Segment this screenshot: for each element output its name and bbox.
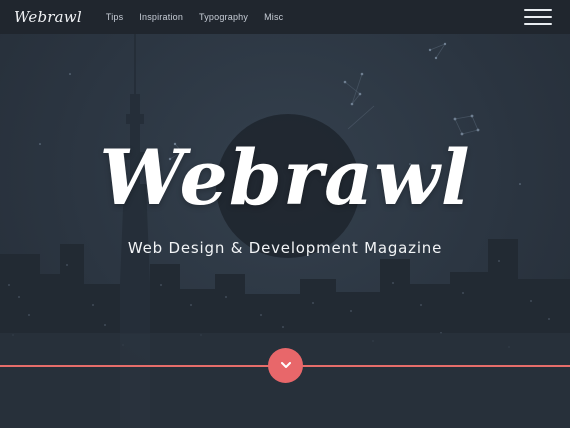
scroll-down-button[interactable] <box>268 348 303 383</box>
chevron-down-icon <box>280 362 291 368</box>
nav-link-inspiration[interactable]: Inspiration <box>139 12 183 22</box>
nav-link-typography[interactable]: Typography <box>199 12 248 22</box>
nav-logo[interactable]: Webrawl <box>14 8 82 26</box>
hero-subtitle: Web Design & Development Magazine <box>127 239 443 257</box>
nav-menu: Tips Inspiration Typography Misc <box>106 12 284 22</box>
menu-bar <box>524 9 552 11</box>
top-navbar: Webrawl Tips Inspiration Typography Misc <box>0 0 570 34</box>
hamburger-menu-icon[interactable] <box>524 9 552 25</box>
hero-title: Webrawl <box>99 133 471 222</box>
hero-section: Webrawl Web Design & Development Magazin… <box>0 34 570 428</box>
nav-link-tips[interactable]: Tips <box>106 12 123 22</box>
nav-link-misc[interactable]: Misc <box>264 12 283 22</box>
menu-bar <box>524 23 552 25</box>
menu-bar <box>524 16 552 18</box>
